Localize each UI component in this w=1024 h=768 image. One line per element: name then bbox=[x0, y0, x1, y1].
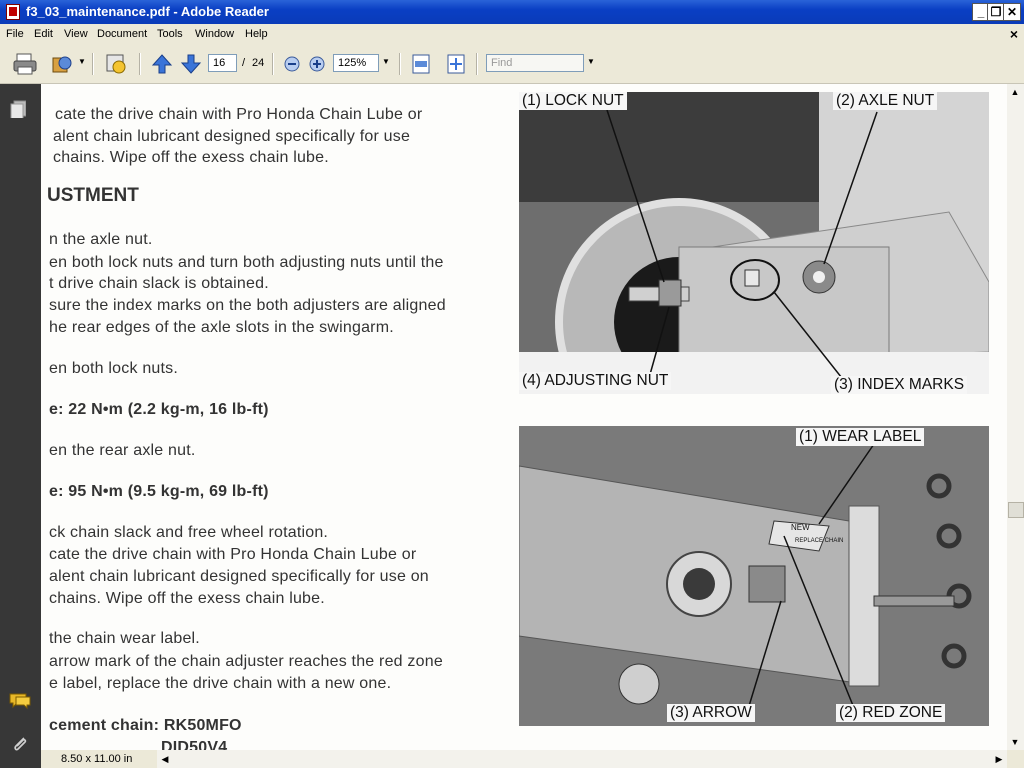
body-text: chains. Wipe off the exess chain lube. bbox=[49, 590, 325, 607]
vertical-scroll-thumb[interactable] bbox=[1008, 502, 1024, 518]
body-text: chains. Wipe off the exess chain lube. bbox=[53, 149, 329, 166]
attachments-icon[interactable] bbox=[10, 734, 30, 754]
chain-wear-label-photo: NEW REPLACE CHAIN (1) WEAR LABEL (3) ARR… bbox=[519, 426, 989, 726]
body-text: sure the index marks on the both adjuste… bbox=[49, 297, 446, 314]
menu-bar: File Edit View Document Tools Window Hel… bbox=[0, 24, 1024, 46]
red-zone-label: (2) RED ZONE bbox=[836, 704, 946, 722]
window-title: f3_03_maintenance.pdf - Adobe Reader bbox=[26, 4, 269, 19]
axle-nut-label: (2) AXLE NUT bbox=[833, 92, 938, 110]
toolbar-separator bbox=[399, 53, 401, 75]
body-text: en both lock nuts. bbox=[49, 360, 179, 377]
organizer-dropdown-icon[interactable]: ▼ bbox=[78, 57, 86, 66]
page-size: 8.50 x 11.00 in bbox=[61, 753, 133, 765]
section-heading: USTMENT bbox=[47, 185, 139, 206]
find-input[interactable]: Find bbox=[486, 54, 584, 72]
axle-adjuster-photo: (1) LOCK NUT (2) AXLE NUT (4) ADJUSTING … bbox=[519, 92, 989, 394]
axle-adjuster-illustration bbox=[519, 92, 989, 394]
close-button[interactable]: ✕ bbox=[1003, 3, 1021, 21]
comments-icon[interactable] bbox=[8, 692, 32, 710]
body-text: ck chain slack and free wheel rotation. bbox=[49, 524, 329, 541]
menu-file[interactable]: File bbox=[6, 28, 24, 40]
toolbar-separator bbox=[272, 53, 274, 75]
torque-spec: e: 22 N•m (2.2 kg-m, 16 lb-ft) bbox=[49, 401, 269, 418]
body-text: en the rear axle nut. bbox=[49, 442, 196, 459]
torque-spec: e: 95 N•m (9.5 kg-m, 69 lb-ft) bbox=[49, 483, 269, 500]
replacement-chain-spec: cement chain: RK50MFO bbox=[49, 717, 242, 734]
menu-edit[interactable]: Edit bbox=[34, 28, 53, 40]
toolbar: ▼ 16 / 24 125% ▼ Find ▼ bbox=[0, 45, 1024, 84]
navigation-pane bbox=[0, 84, 41, 768]
menu-view[interactable]: View bbox=[64, 28, 88, 40]
replace-chain-text: REPLACE CHAIN bbox=[795, 538, 843, 544]
chain-wear-label-illustration: NEW REPLACE CHAIN bbox=[519, 426, 989, 726]
toolbar-separator bbox=[139, 53, 141, 75]
status-bar: 8.50 x 11.00 in bbox=[41, 750, 157, 768]
title-bar: f3_03_maintenance.pdf - Adobe Reader _ ❐… bbox=[0, 0, 1024, 24]
body-text: the chain wear label. bbox=[49, 630, 200, 647]
body-text: alent chain lubricant designed specifica… bbox=[49, 568, 429, 585]
zoom-level-select[interactable]: 125% bbox=[333, 54, 379, 72]
adjusting-nut-label: (4) ADJUSTING NUT bbox=[519, 372, 672, 390]
body-text: cate the drive chain with Pro Honda Chai… bbox=[55, 106, 423, 123]
zoom-dropdown-icon[interactable]: ▼ bbox=[382, 57, 390, 66]
print-icon[interactable] bbox=[12, 52, 40, 76]
fit-width-icon[interactable] bbox=[410, 52, 432, 76]
new-text: NEW bbox=[791, 523, 810, 532]
adobe-reader-icon bbox=[6, 4, 20, 20]
toolbar-separator bbox=[476, 53, 478, 75]
page-total: 24 bbox=[252, 57, 265, 69]
close-document-button[interactable]: × bbox=[1010, 26, 1018, 42]
pages-icon[interactable] bbox=[10, 100, 26, 118]
body-text: en both lock nuts and turn both adjustin… bbox=[49, 254, 444, 271]
previous-page-icon[interactable] bbox=[150, 52, 174, 76]
arrow-label: (3) ARROW bbox=[667, 704, 755, 722]
index-marks-label: (3) INDEX MARKS bbox=[831, 376, 968, 394]
scroll-down-icon[interactable]: ▼ bbox=[1007, 734, 1023, 750]
fit-page-icon[interactable] bbox=[445, 52, 467, 76]
body-text: t drive chain slack is obtained. bbox=[49, 275, 269, 292]
scroll-right-icon[interactable]: ▶ bbox=[991, 751, 1007, 767]
lock-nut-label: (1) LOCK NUT bbox=[519, 92, 627, 110]
scroll-left-icon[interactable]: ◀ bbox=[157, 751, 173, 767]
page-number-input[interactable]: 16 bbox=[208, 54, 237, 72]
zoom-in-icon[interactable] bbox=[308, 52, 326, 76]
body-text: e label, replace the drive chain with a … bbox=[49, 675, 392, 692]
menu-document[interactable]: Document bbox=[97, 28, 147, 40]
scroll-up-icon[interactable]: ▲ bbox=[1007, 84, 1023, 100]
document-viewport[interactable]: cate the drive chain with Pro Honda Chai… bbox=[41, 84, 1007, 750]
zoom-out-icon[interactable] bbox=[283, 52, 301, 76]
body-text: n the axle nut. bbox=[49, 231, 153, 248]
find-dropdown-icon[interactable]: ▼ bbox=[587, 57, 595, 66]
menu-tools[interactable]: Tools bbox=[157, 28, 183, 40]
organizer-icon[interactable] bbox=[50, 52, 74, 76]
body-text: he rear edges of the axle slots in the s… bbox=[49, 319, 394, 336]
body-text: cate the drive chain with Pro Honda Chai… bbox=[49, 546, 417, 563]
update-icon[interactable] bbox=[103, 52, 131, 76]
next-page-icon[interactable] bbox=[179, 52, 203, 76]
toolbar-separator bbox=[92, 53, 94, 75]
menu-window[interactable]: Window bbox=[195, 28, 234, 40]
wear-label-label: (1) WEAR LABEL bbox=[796, 428, 925, 446]
body-text: arrow mark of the chain adjuster reaches… bbox=[49, 653, 443, 670]
menu-help[interactable]: Help bbox=[245, 28, 268, 40]
pdf-page: cate the drive chain with Pro Honda Chai… bbox=[41, 84, 1007, 750]
replacement-chain-spec: DID50V4 bbox=[161, 739, 228, 750]
vertical-scrollbar[interactable]: ▲ ▼ bbox=[1007, 84, 1024, 750]
horizontal-scrollbar[interactable]: ◀ ▶ bbox=[157, 750, 1007, 768]
scroll-corner bbox=[1007, 750, 1024, 768]
body-text: alent chain lubricant designed specifica… bbox=[53, 128, 411, 145]
page-separator: / bbox=[242, 57, 246, 69]
